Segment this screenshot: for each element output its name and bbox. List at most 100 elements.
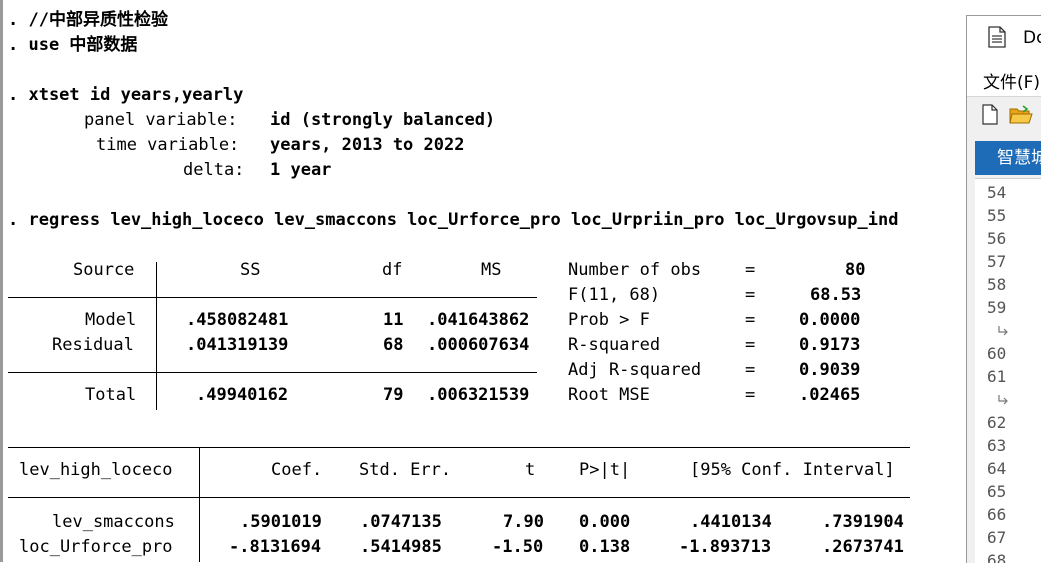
- stat-label: R-squared: [568, 335, 661, 355]
- coef-se: .5414985: [360, 537, 442, 557]
- anova-ss: .041319139: [186, 335, 289, 355]
- coef-header: P>|t|: [579, 460, 631, 480]
- coef-rule: [8, 497, 910, 498]
- stat-label: Prob > F: [568, 310, 650, 330]
- coef-value: .5901019: [240, 512, 322, 532]
- xtset-label: time variable:: [96, 135, 240, 155]
- do-file-editor-window[interactable]: Do 文件(F) 智慧城 54 55 56 57 58 59: [966, 15, 1041, 563]
- stat-value: 0.0000: [799, 310, 861, 330]
- wrap-arrow-icon: [997, 391, 1009, 410]
- line-number: 59: [987, 298, 1007, 317]
- line-number: 63: [987, 436, 1007, 455]
- line-number: 54: [987, 183, 1007, 202]
- editor-titlebar[interactable]: Do: [967, 16, 1041, 60]
- coef-depvar: lev_high_loceco: [19, 460, 173, 480]
- anova-header-ms: MS: [481, 260, 502, 280]
- coef-value: -.8131694: [229, 537, 322, 557]
- coef-ci-high: .7391904: [822, 512, 904, 532]
- coef-rule: [8, 447, 910, 448]
- coef-p: 0.000: [579, 512, 631, 532]
- results-left-border: [0, 0, 3, 562]
- line-number: 60: [987, 344, 1007, 363]
- stat-label: Number of obs: [568, 260, 702, 280]
- stat-value: 68.53: [810, 285, 862, 305]
- xtset-value: years, 2013 to 2022: [270, 135, 465, 155]
- coef-header: [95% Conf. Interval]: [690, 460, 895, 480]
- command-line: . regress lev_high_loceco lev_smaccons l…: [8, 210, 899, 230]
- anova-header-df: df: [382, 260, 403, 280]
- wrap-arrow-icon: [997, 322, 1009, 341]
- results-window[interactable]: . //中部异质性检验 . use 中部数据 . xtset id years,…: [0, 0, 966, 562]
- stat-equals: =: [745, 335, 756, 355]
- editor-toolbar: [967, 96, 1041, 131]
- coef-var: loc_Urforce_pro: [19, 537, 173, 557]
- anova-ss: .49940162: [196, 385, 289, 405]
- anova-rule: [8, 372, 537, 373]
- line-number: 55: [987, 206, 1007, 225]
- xtset-value: id (strongly balanced): [270, 110, 496, 130]
- stat-label: Root MSE: [568, 385, 650, 405]
- coef-p: 0.138: [579, 537, 631, 557]
- editor-menubar: 文件(F): [967, 60, 1041, 96]
- stat-label: F(11, 68): [568, 285, 661, 305]
- coef-vertical-rule: [199, 447, 200, 562]
- command-line: . use 中部数据: [8, 35, 138, 55]
- anova-source: Total: [85, 385, 137, 405]
- line-number: 56: [987, 229, 1007, 248]
- line-number-gutter: 54 55 56 57 58 59 60 61 62 63 64 65 66 6…: [975, 178, 1041, 563]
- stat-value: 0.9173: [799, 335, 861, 355]
- new-file-icon[interactable]: [981, 104, 999, 129]
- coef-header: t: [525, 460, 536, 480]
- coef-t: 7.90: [503, 512, 544, 532]
- xtset-label: panel variable:: [84, 110, 238, 130]
- editor-title: Do: [1023, 28, 1041, 48]
- line-number: 61: [987, 367, 1007, 386]
- stat-label: Adj R-squared: [568, 360, 702, 380]
- anova-source: Model: [85, 310, 137, 330]
- command-line: . xtset id years,yearly: [8, 85, 244, 105]
- stat-equals: =: [745, 285, 756, 305]
- stat-value: 80: [845, 260, 866, 280]
- stat-equals: =: [745, 385, 756, 405]
- anova-ms: .000607634: [427, 335, 530, 355]
- anova-header-ss: SS: [240, 260, 261, 280]
- line-number: 67: [987, 528, 1007, 547]
- coef-var: lev_smaccons: [52, 512, 175, 532]
- tab-do-file[interactable]: 智慧城: [975, 141, 1041, 175]
- anova-df: 68: [383, 335, 404, 355]
- open-folder-icon[interactable]: [1009, 105, 1033, 128]
- stat-value: .02465: [799, 385, 861, 405]
- line-number: 58: [987, 275, 1007, 294]
- anova-ss: .458082481: [186, 310, 289, 330]
- line-number: 57: [987, 252, 1007, 271]
- anova-ms: .006321539: [427, 385, 530, 405]
- anova-header-source: Source: [73, 260, 135, 280]
- line-number: 62: [987, 413, 1007, 432]
- stat-value: 0.9039: [799, 360, 861, 380]
- coef-ci-low: .4410134: [690, 512, 772, 532]
- coef-ci-low: -1.893713: [679, 537, 772, 557]
- coef-header: Std. Err.: [359, 460, 452, 480]
- stat-equals: =: [745, 260, 756, 280]
- coef-ci-high: .2673741: [822, 537, 904, 557]
- line-number: 66: [987, 505, 1007, 524]
- coef-se: .0747135: [360, 512, 442, 532]
- command-line: . //中部异质性检验: [8, 10, 168, 30]
- menu-file[interactable]: 文件(F): [983, 68, 1040, 93]
- xtset-value: 1 year: [270, 160, 332, 180]
- anova-source: Residual: [52, 335, 134, 355]
- line-number: 68: [987, 551, 1007, 563]
- anova-ms: .041643862: [427, 310, 530, 330]
- stat-equals: =: [745, 310, 756, 330]
- xtset-label: delta:: [183, 160, 245, 180]
- anova-df: 11: [383, 310, 404, 330]
- anova-vertical-rule: [156, 262, 157, 410]
- doc-icon: [987, 26, 1007, 52]
- anova-rule: [8, 297, 537, 298]
- line-number: 64: [987, 459, 1007, 478]
- coef-header: Coef.: [271, 460, 323, 480]
- coef-t: -1.50: [492, 537, 544, 557]
- line-number: 65: [987, 482, 1007, 501]
- anova-df: 79: [383, 385, 404, 405]
- stat-equals: =: [745, 360, 756, 380]
